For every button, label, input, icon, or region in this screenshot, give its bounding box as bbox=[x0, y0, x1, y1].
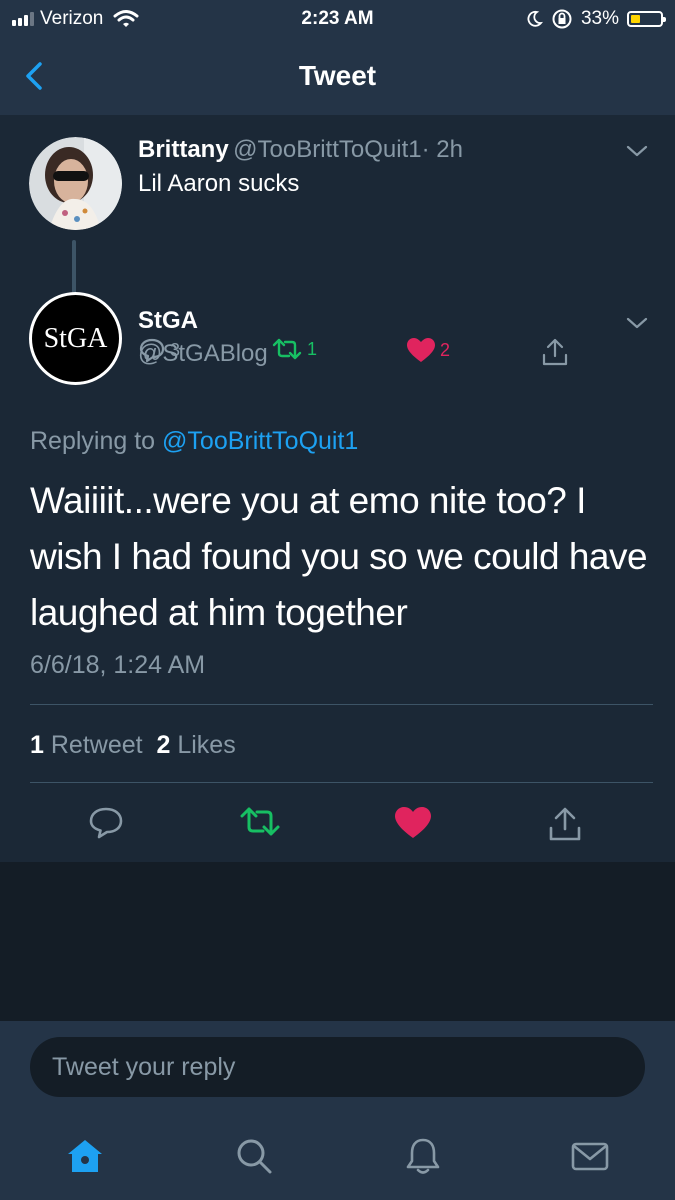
divider bbox=[30, 704, 653, 705]
retweet-action[interactable]: 1 bbox=[271, 337, 317, 361]
chevron-down-icon[interactable] bbox=[625, 315, 649, 331]
reply-placeholder: Tweet your reply bbox=[52, 1053, 236, 1081]
status-bar: Verizon 2:23 AM 33% bbox=[0, 0, 675, 40]
moon-icon bbox=[527, 10, 543, 27]
tweet-age: · 2h bbox=[421, 136, 463, 163]
tweet-actions-bar bbox=[0, 798, 675, 848]
replying-to: Replying to @TooBrittToQuit1 bbox=[30, 427, 358, 456]
retweet-count: 1 bbox=[307, 338, 318, 359]
heart-icon[interactable] bbox=[394, 806, 432, 840]
nav-bar: Tweet bbox=[0, 40, 675, 115]
tweet-stats: 1 Retweet 2 Likes bbox=[30, 731, 236, 760]
status-right: 33% bbox=[525, 8, 666, 30]
retweet-total: 1 bbox=[30, 731, 44, 759]
avatar-logo-text: StGA bbox=[43, 322, 108, 354]
retweet-label: Retweet bbox=[50, 731, 143, 759]
reply-icon[interactable] bbox=[88, 806, 124, 840]
tweet-text: Waiiiit...were you at emo nite too? I wi… bbox=[30, 480, 648, 633]
tweet-detail: Brittany @TooBrittToQuit1· 2h Lil Aaron … bbox=[0, 115, 675, 862]
retweet-icon[interactable] bbox=[239, 806, 281, 838]
likes-stat[interactable]: 2 Likes bbox=[156, 731, 235, 759]
thread-line bbox=[72, 240, 76, 295]
tweet-timestamp: 6/6/18, 1:24 AM bbox=[30, 651, 206, 679]
messages-icon[interactable] bbox=[570, 1136, 610, 1176]
replying-label: Replying to bbox=[30, 427, 156, 455]
retweets-stat[interactable]: 1 Retweet bbox=[30, 731, 143, 759]
share-icon[interactable] bbox=[546, 806, 584, 842]
reply-input[interactable]: Tweet your reply bbox=[30, 1037, 645, 1097]
battery-percent: 33% bbox=[580, 8, 619, 29]
avatar[interactable] bbox=[29, 137, 122, 230]
battery-icon bbox=[627, 11, 666, 27]
rotation-lock-icon bbox=[552, 9, 572, 29]
author-name[interactable]: StGA bbox=[138, 307, 198, 335]
bottom-bar: Tweet your reply bbox=[0, 1021, 675, 1200]
share-action[interactable] bbox=[540, 337, 570, 367]
chevron-down-icon[interactable] bbox=[625, 143, 649, 159]
home-icon[interactable] bbox=[65, 1136, 105, 1176]
notifications-icon[interactable] bbox=[403, 1136, 443, 1176]
tweet-text: Lil Aaron sucks bbox=[138, 170, 300, 197]
author-handle[interactable]: @TooBrittToQuit1 bbox=[233, 136, 421, 163]
heart-icon bbox=[407, 338, 435, 362]
search-icon[interactable] bbox=[234, 1136, 274, 1176]
likes-label: Likes bbox=[177, 731, 236, 759]
top-bar: Verizon 2:23 AM 33% Tweet bbox=[0, 0, 675, 115]
share-icon bbox=[542, 338, 568, 366]
author-name[interactable]: Brittany bbox=[138, 136, 229, 163]
author-handle[interactable]: @StGABlog bbox=[138, 340, 268, 368]
page-title: Tweet bbox=[298, 60, 377, 91]
divider bbox=[30, 782, 653, 783]
like-total: 2 bbox=[156, 731, 171, 759]
avatar[interactable]: StGA bbox=[29, 292, 122, 385]
like-count: 2 bbox=[440, 339, 451, 360]
replying-handle-link[interactable]: @TooBrittToQuit1 bbox=[162, 427, 358, 455]
retweet-icon bbox=[272, 338, 302, 360]
like-action[interactable]: 2 bbox=[406, 337, 450, 363]
